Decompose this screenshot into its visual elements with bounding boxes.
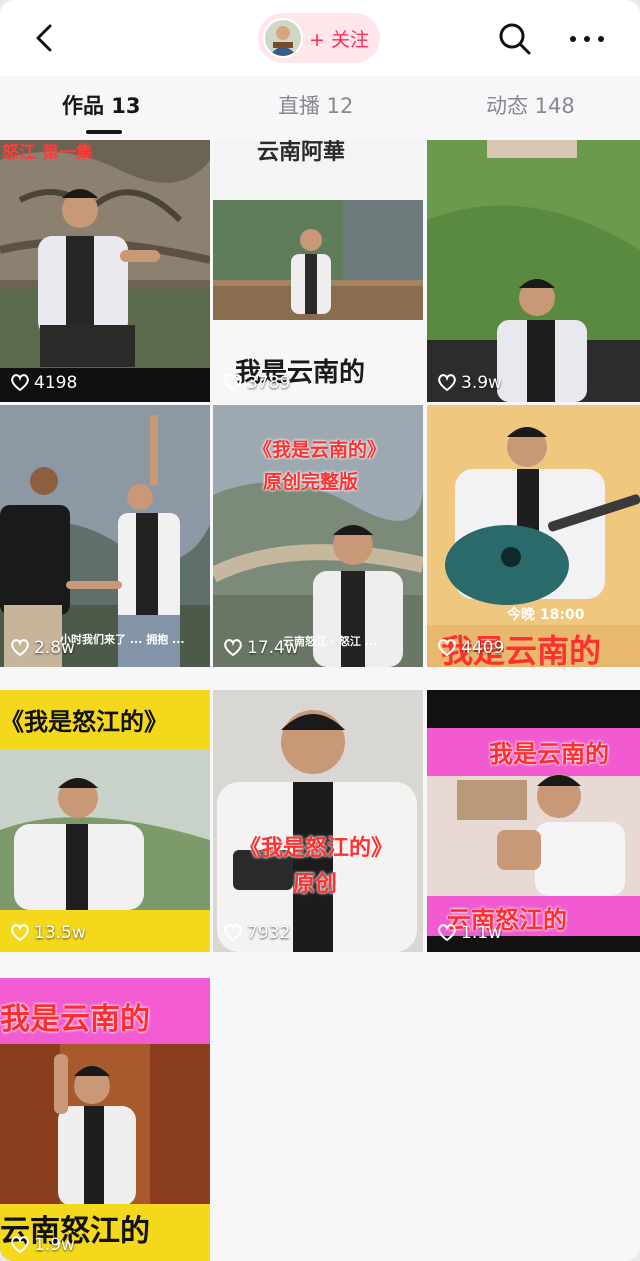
video-thumbnail[interactable]: 云南阿華 我是云南的 3789 bbox=[213, 140, 423, 402]
video-caption-mid: 原创 bbox=[293, 872, 338, 897]
like-count: 4198 bbox=[10, 373, 77, 393]
more-options-button[interactable] bbox=[562, 18, 612, 60]
video-caption: 《我是怒江的》 bbox=[0, 708, 168, 736]
video-caption: 今晚 18:00 bbox=[507, 607, 585, 623]
heart-icon bbox=[224, 924, 242, 942]
heart-icon bbox=[438, 639, 456, 657]
like-count: 4409 bbox=[437, 638, 504, 658]
tab-works[interactable]: 作品 13 bbox=[62, 90, 141, 120]
thumbnail-image bbox=[0, 140, 210, 402]
tab-indicator bbox=[86, 130, 122, 134]
back-button[interactable] bbox=[24, 18, 64, 58]
video-thumbnail[interactable]: 《我是怒江的》 13.5w bbox=[0, 690, 210, 952]
video-thumbnail[interactable]: 《我是怒江的》 原创 7932 bbox=[213, 690, 423, 952]
tab-live[interactable]: 直播 12 bbox=[278, 90, 353, 120]
video-caption: 《我是怒江的》 bbox=[239, 836, 394, 861]
video-thumbnail[interactable]: 3.9w bbox=[427, 140, 640, 402]
video-thumbnail[interactable]: 小时我们来了 ... 拥抱 ... 2.8w bbox=[0, 405, 210, 667]
video-thumbnail[interactable]: 今晚 18:00 我是云南的 4409 bbox=[427, 405, 640, 667]
like-count: 2.8w bbox=[10, 638, 75, 658]
heart-icon bbox=[11, 639, 29, 657]
heart-icon bbox=[438, 374, 456, 392]
video-caption-bottom: 小时我们来了 ... 拥抱 ... bbox=[60, 633, 185, 646]
like-count: 7932 bbox=[223, 923, 290, 943]
search-button[interactable] bbox=[494, 18, 536, 60]
video-thumbnail[interactable]: 怒江 第一集 4198 bbox=[0, 140, 210, 402]
search-icon bbox=[499, 23, 531, 55]
like-count: 1.1w bbox=[437, 923, 502, 943]
heart-icon bbox=[224, 639, 242, 657]
profile-screen: + 关注 作品 13 直播 12 动态 148 怒江 第一集 4198 云南阿華… bbox=[0, 0, 640, 1261]
heart-icon bbox=[11, 1236, 29, 1254]
video-caption: 云南阿華 bbox=[257, 140, 346, 165]
like-count: 3789 bbox=[223, 373, 290, 393]
heart-icon bbox=[11, 374, 29, 392]
video-caption: 怒江 第一集 bbox=[2, 143, 93, 163]
video-caption: 我是云南的 bbox=[0, 1002, 150, 1037]
like-count: 17.4w bbox=[223, 638, 299, 658]
like-count: 1.9w bbox=[10, 1235, 75, 1255]
video-caption: 《我是云南的》 bbox=[253, 439, 387, 461]
heart-icon bbox=[224, 374, 242, 392]
video-thumbnail[interactable]: 《我是云南的》 原创完整版 云南怒江 · 怒江 ... 17.4w bbox=[213, 405, 423, 667]
video-caption-mid: 原创完整版 bbox=[263, 471, 359, 493]
chevron-left-icon bbox=[36, 24, 52, 52]
top-bar: + 关注 bbox=[0, 0, 640, 76]
more-dots-icon bbox=[570, 36, 604, 42]
tab-activity[interactable]: 动态 148 bbox=[486, 90, 575, 120]
like-count: 13.5w bbox=[10, 923, 86, 943]
follow-button[interactable]: + 关注 bbox=[258, 13, 380, 63]
follow-label: + 关注 bbox=[309, 28, 369, 51]
heart-icon bbox=[11, 924, 29, 942]
video-thumbnail[interactable]: 我是云南的 云南怒江的 1.9w bbox=[0, 978, 210, 1261]
avatar bbox=[263, 18, 303, 58]
video-thumbnail[interactable]: 我是云南的 云南怒江的 1.1w bbox=[427, 690, 640, 952]
like-count: 3.9w bbox=[437, 373, 502, 393]
video-caption: 我是云南的 bbox=[489, 740, 609, 768]
heart-icon bbox=[438, 924, 456, 942]
